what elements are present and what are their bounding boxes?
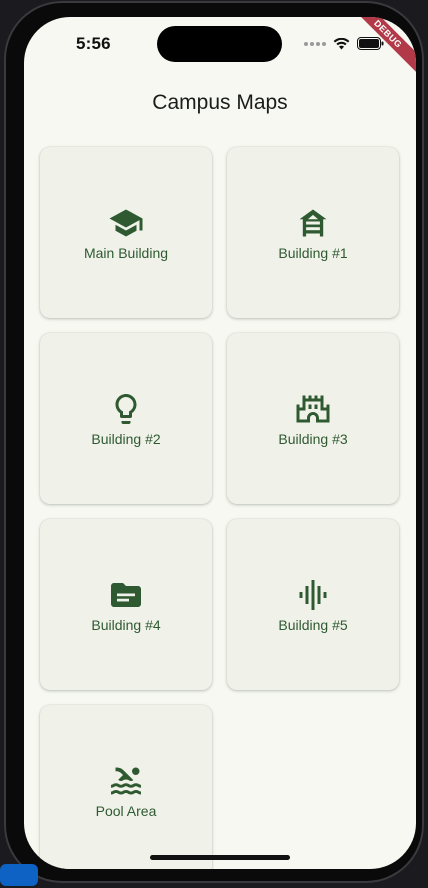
card-label: Building #4 [91,616,161,633]
dynamic-island [157,26,282,62]
card-main-building[interactable]: Main Building [40,147,212,318]
card-building-5[interactable]: Building #5 [227,519,399,690]
status-icons [304,37,384,50]
card-label: Building #3 [278,430,348,447]
pool-icon [108,763,144,799]
debug-banner: DEBUG [333,17,416,89]
card-label: Building #5 [278,616,348,633]
card-building-3[interactable]: Building #3 [227,333,399,504]
home-indicator[interactable] [150,855,290,860]
card-label: Building #2 [91,430,161,447]
house-icon [295,205,331,241]
app-screen: 5:56 DEBUG Campus Maps Main Building Bui… [24,17,416,869]
status-time: 5:56 [76,34,111,53]
card-pool-area[interactable]: Pool Area [40,705,212,869]
signal-icon [304,41,326,46]
lightbulb-icon [108,391,144,427]
folder-icon [108,577,144,613]
card-label: Pool Area [95,802,157,819]
card-building-1[interactable]: Building #1 [227,147,399,318]
card-building-2[interactable]: Building #2 [40,333,212,504]
building-grid: Main Building Building #1 Building #2 Bu… [40,147,400,869]
card-building-4[interactable]: Building #4 [40,519,212,690]
card-label: Building #1 [278,244,348,261]
wifi-icon [333,37,350,49]
card-label: Main Building [83,244,169,261]
taskbar-button[interactable] [0,864,38,886]
school-icon [108,205,144,241]
battery-icon [357,37,384,50]
graphic-eq-icon [295,577,331,613]
device-frame: 5:56 DEBUG Campus Maps Main Building Bui… [4,1,424,883]
castle-icon [295,391,331,427]
page-title: Campus Maps [152,91,288,114]
